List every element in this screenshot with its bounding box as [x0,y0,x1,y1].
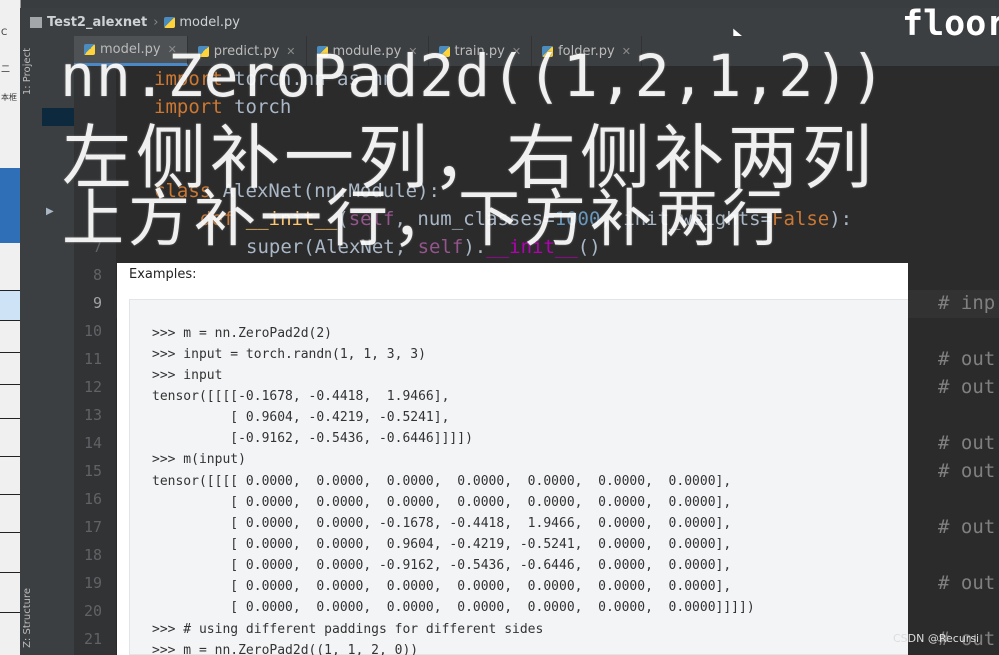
tool-window-strip: 1: Project Z: Structure [20,36,43,655]
doc-line: [ 0.0000, 0.0000, 0.0000, 0.0000, 0.0000… [152,579,732,594]
doc-line: >>> # using different paddings for diffe… [152,622,544,637]
line-number: 17 [83,518,102,536]
doc-line: >>> input = torch.randn(1, 1, 3, 3) [152,347,426,362]
caption-line-1: nn.ZeroPad2d((1,2,1,2)) [60,42,887,110]
doc-example-block: >>> m = nn.ZeroPad2d(2) >>> input = torc… [129,299,908,655]
window-top-edge [20,0,999,8]
doc-line: [ 0.0000, 0.0000, -0.9162, -0.5436, -0.6… [152,558,732,573]
line-number: 15 [83,462,102,480]
caption-line-3: 上方补一行，下方补两行 [62,182,789,255]
background-window-label: 二 [1,65,11,75]
line-number: 18 [83,546,102,564]
doc-line: >>> m(input) [152,452,246,467]
code-comment: # inp [938,292,996,314]
doc-line: tensor([[[[ 0.0000, 0.0000, 0.0000, 0.00… [152,474,732,489]
line-number: 10 [83,322,102,340]
doc-line: [ 0.0000, 0.0000, 0.0000, 0.0000, 0.0000… [152,600,755,615]
code-comment: # out [938,348,996,370]
line-number: 21 [83,630,102,648]
line-number: 20 [83,602,102,620]
watermark: CSDN @Recursi [893,632,980,645]
breadcrumb-file[interactable]: model.py [179,15,240,30]
breadcrumb-project[interactable]: Test2_alexnet [47,15,147,30]
line-number: 12 [83,378,102,396]
line-number: 8 [92,266,102,284]
doc-line: [ 0.0000, 0.0000, 0.9604, -0.4219, -0.52… [152,537,732,552]
line-number: 19 [83,574,102,592]
background-window-selection [0,290,20,320]
line-number: 16 [83,490,102,508]
line-number: 9 [92,294,102,312]
structure-tool-button[interactable]: Z: Structure [22,588,33,648]
folder-icon [30,16,42,28]
code-comment: # out [938,516,996,538]
background-window-label: C [1,28,8,38]
documentation-popup: Examples: >>> m = nn.ZeroPad2d(2) >>> in… [117,263,908,655]
doc-line: >>> input [152,368,223,383]
line-number: 14 [83,434,102,452]
expand-arrow-icon[interactable]: ▶ [46,206,54,217]
doc-heading: Examples: [129,267,197,282]
code-comment: # out [938,572,996,594]
code-comment: # out [938,432,996,454]
background-window: C 二 本框 [0,0,21,655]
project-tool-button[interactable]: 1: Project [22,48,33,95]
doc-line: [ 0.9604, -0.4219, -0.5241], [152,410,450,425]
breadcrumb-separator: › [153,14,159,30]
code-comment: # out [938,376,996,398]
doc-line: >>> m = nn.ZeroPad2d((1, 1, 2, 0)) [152,643,419,655]
line-number: 13 [83,406,102,424]
background-window-blue-panel [0,168,20,243]
doc-line: [ 0.0000, 0.0000, -0.1678, -0.4418, 1.94… [152,516,732,531]
python-file-icon [164,16,176,28]
doc-line: [ 0.0000, 0.0000, 0.0000, 0.0000, 0.0000… [152,495,732,510]
doc-line: [-0.9162, -0.5436, -0.6446]]]]) [152,431,473,446]
doc-line: >>> m = nn.ZeroPad2d(2) [152,326,333,341]
doc-line: tensor([[[[-0.1678, -0.4418, 1.9466], [152,389,450,404]
navigation-bar: Test2_alexnet › model.py [20,8,999,36]
code-comment: # out [938,460,996,482]
background-window-label: 本框 [1,93,17,102]
line-number: 11 [83,350,102,368]
